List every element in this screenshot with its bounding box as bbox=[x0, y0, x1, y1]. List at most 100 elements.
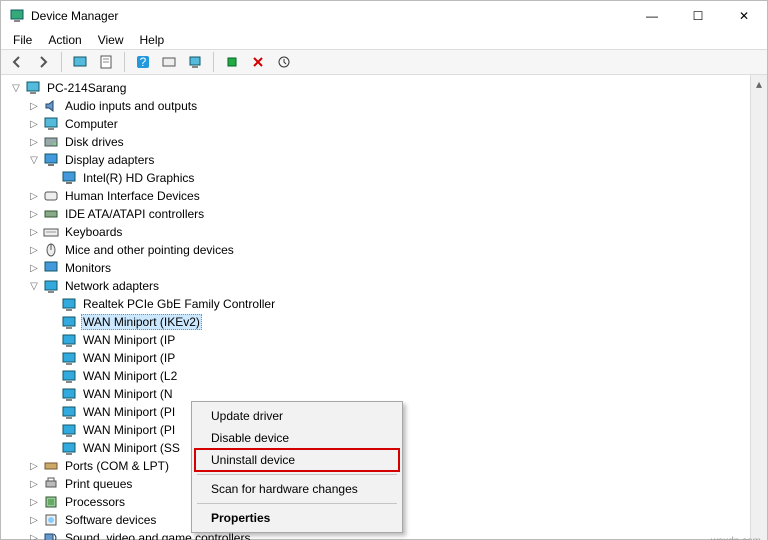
display-icon bbox=[43, 152, 59, 168]
tree-category-0[interactable]: ▷ Audio inputs and outputs bbox=[3, 97, 750, 115]
net-icon bbox=[61, 440, 77, 456]
app-icon bbox=[9, 8, 25, 24]
ide-icon bbox=[43, 206, 59, 222]
titlebar[interactable]: Device Manager — ☐ ✕ bbox=[1, 1, 767, 31]
tree-device-9-1[interactable]: WAN Miniport (IKEv2) bbox=[3, 313, 750, 331]
context-menu: Update driverDisable deviceUninstall dev… bbox=[191, 401, 403, 533]
tree-root[interactable]: ▽PC-214Sarang bbox=[3, 79, 750, 97]
tree-expand-icon[interactable]: ▷ bbox=[27, 261, 41, 275]
tree-expand-icon[interactable]: ▷ bbox=[27, 459, 41, 473]
properties-toolbar-button[interactable] bbox=[94, 50, 118, 74]
context-menu-item-uninstall-device[interactable]: Uninstall device bbox=[195, 449, 399, 471]
monitor-icon bbox=[43, 260, 59, 276]
scan-hardware-button[interactable] bbox=[220, 50, 244, 74]
tree-expand-icon[interactable]: ▷ bbox=[27, 135, 41, 149]
tree-expand-icon[interactable]: ▷ bbox=[27, 495, 41, 509]
tree-item-label: Monitors bbox=[63, 261, 113, 275]
toolbar-separator bbox=[124, 52, 125, 72]
tree-category-4[interactable]: ▷Human Interface Devices bbox=[3, 187, 750, 205]
tree-expand-icon[interactable] bbox=[45, 423, 59, 437]
tree-category-8[interactable]: ▷ Monitors bbox=[3, 259, 750, 277]
net-icon bbox=[43, 278, 59, 294]
menu-action[interactable]: Action bbox=[40, 31, 89, 49]
display-icon bbox=[61, 170, 77, 186]
tree-item-label: IDE ATA/ATAPI controllers bbox=[63, 207, 206, 221]
tree-item-label: Ports (COM & LPT) bbox=[63, 459, 171, 473]
tree-item-label: Mice and other pointing devices bbox=[63, 243, 236, 257]
tree-category-2[interactable]: ▷Disk drives bbox=[3, 133, 750, 151]
tree-category-1[interactable]: ▷ Computer bbox=[3, 115, 750, 133]
tree-category-6[interactable]: ▷Keyboards bbox=[3, 223, 750, 241]
computer-button[interactable] bbox=[183, 50, 207, 74]
soft-icon bbox=[43, 512, 59, 528]
tree-expand-icon[interactable] bbox=[45, 405, 59, 419]
tree-item-label: WAN Miniport (IP bbox=[81, 351, 177, 365]
audio-icon bbox=[43, 98, 59, 114]
mouse-icon bbox=[43, 242, 59, 258]
tree-category-3[interactable]: ▽ Display adapters bbox=[3, 151, 750, 169]
tree-expand-icon[interactable] bbox=[45, 333, 59, 347]
scroll-up-icon[interactable]: ▴ bbox=[751, 75, 767, 92]
tree-expand-icon[interactable]: ▷ bbox=[27, 513, 41, 527]
tree-item-label: Display adapters bbox=[63, 153, 156, 167]
tree-device-9-2[interactable]: WAN Miniport (IP bbox=[3, 331, 750, 349]
tree-device-9-3[interactable]: WAN Miniport (IP bbox=[3, 349, 750, 367]
device-manager-window: Device Manager — ☐ ✕ File Action View He… bbox=[0, 0, 768, 540]
net-icon bbox=[61, 404, 77, 420]
tree-device-9-4[interactable]: WAN Miniport (L2 bbox=[3, 367, 750, 385]
tree-expand-icon[interactable] bbox=[45, 297, 59, 311]
tree-expand-icon[interactable]: ▷ bbox=[27, 189, 41, 203]
tree-expand-icon[interactable]: ▽ bbox=[27, 153, 41, 167]
tree-expand-icon[interactable] bbox=[45, 441, 59, 455]
tree-expand-icon[interactable]: ▷ bbox=[27, 117, 41, 131]
context-menu-item-disable-device[interactable]: Disable device bbox=[195, 427, 399, 449]
tree-expand-icon[interactable] bbox=[45, 369, 59, 383]
tree-item-label: Realtek PCIe GbE Family Controller bbox=[81, 297, 277, 311]
maximize-button[interactable]: ☐ bbox=[675, 1, 721, 31]
context-menu-item-scan-for-hardware-changes[interactable]: Scan for hardware changes bbox=[195, 478, 399, 500]
close-button[interactable]: ✕ bbox=[721, 1, 767, 31]
tree-device-3-0[interactable]: Intel(R) HD Graphics bbox=[3, 169, 750, 187]
tree-expand-icon[interactable]: ▽ bbox=[9, 81, 23, 95]
context-menu-item-properties[interactable]: Properties bbox=[195, 507, 399, 529]
context-menu-separator bbox=[197, 503, 397, 504]
menu-help[interactable]: Help bbox=[132, 31, 173, 49]
update-driver-toolbar-button[interactable] bbox=[272, 50, 296, 74]
tree-category-7[interactable]: ▷ Mice and other pointing devices bbox=[3, 241, 750, 259]
back-button[interactable] bbox=[5, 50, 29, 74]
help-button[interactable]: ? bbox=[131, 50, 155, 74]
tree-expand-icon[interactable]: ▽ bbox=[27, 279, 41, 293]
tree-device-9-0[interactable]: Realtek PCIe GbE Family Controller bbox=[3, 295, 750, 313]
tree-category-9[interactable]: ▽Network adapters bbox=[3, 277, 750, 295]
forward-button[interactable] bbox=[31, 50, 55, 74]
uninstall-toolbar-button[interactable] bbox=[246, 50, 270, 74]
tree-expand-icon[interactable] bbox=[45, 387, 59, 401]
tree-expand-icon[interactable]: ▷ bbox=[27, 99, 41, 113]
tree-expand-icon[interactable]: ▷ bbox=[27, 207, 41, 221]
tree-expand-icon[interactable]: ▷ bbox=[27, 477, 41, 491]
tree-item-label: Computer bbox=[63, 117, 120, 131]
tree-expand-icon[interactable] bbox=[45, 351, 59, 365]
net-icon bbox=[61, 332, 77, 348]
menu-file[interactable]: File bbox=[5, 31, 40, 49]
tree-expand-icon[interactable]: ▷ bbox=[27, 225, 41, 239]
port-icon bbox=[43, 458, 59, 474]
devices-button[interactable] bbox=[157, 50, 181, 74]
tree-category-5[interactable]: ▷ IDE ATA/ATAPI controllers bbox=[3, 205, 750, 223]
tree-item-label: Audio inputs and outputs bbox=[63, 99, 199, 113]
vertical-scrollbar[interactable]: ▴ ▾ bbox=[750, 75, 767, 540]
tree-item-label: WAN Miniport (N bbox=[81, 387, 175, 401]
tree-expand-icon[interactable]: ▷ bbox=[27, 243, 41, 257]
minimize-button[interactable]: — bbox=[629, 1, 675, 31]
tree-item-label: WAN Miniport (IKEv2) bbox=[81, 314, 202, 330]
menu-view[interactable]: View bbox=[90, 31, 132, 49]
context-menu-item-update-driver[interactable]: Update driver bbox=[195, 405, 399, 427]
cpu-icon bbox=[43, 494, 59, 510]
computer-icon bbox=[43, 116, 59, 132]
tree-expand-icon[interactable] bbox=[45, 171, 59, 185]
tree-item-label: Processors bbox=[63, 495, 127, 509]
tree-expand-icon[interactable]: ▷ bbox=[27, 531, 41, 540]
svg-text:?: ? bbox=[140, 55, 147, 69]
tree-expand-icon[interactable] bbox=[45, 315, 59, 329]
show-hide-console-button[interactable] bbox=[68, 50, 92, 74]
